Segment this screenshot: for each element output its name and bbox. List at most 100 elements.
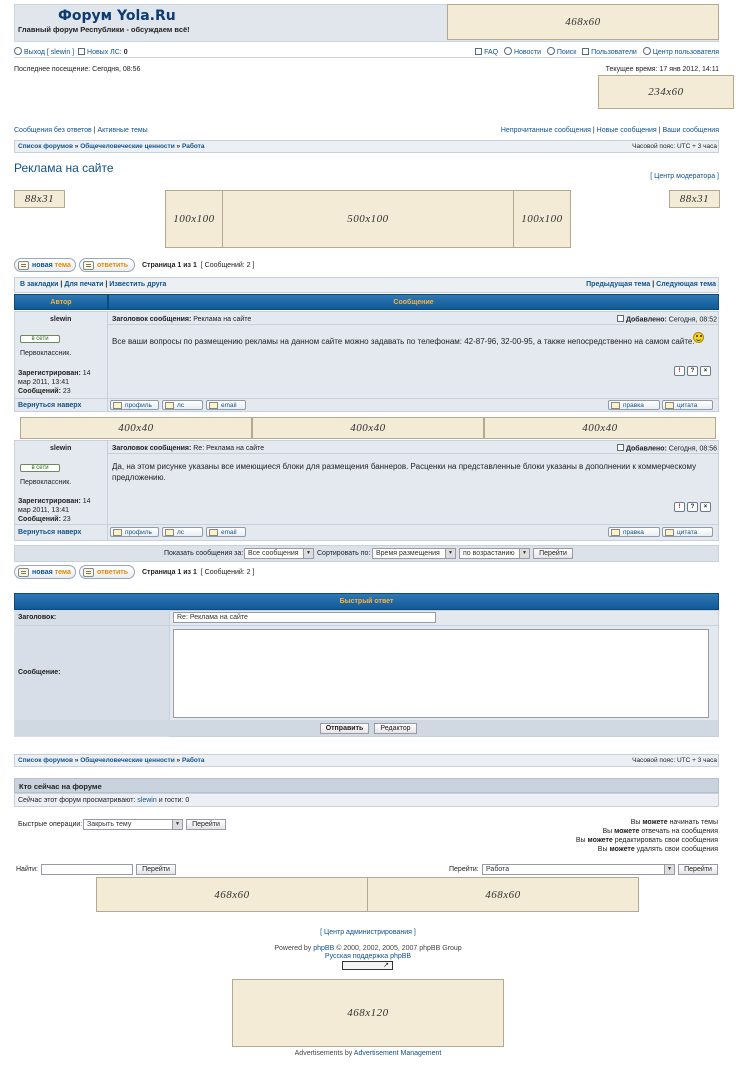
back-to-top-link[interactable]: Вернуться наверх bbox=[18, 402, 81, 409]
print-link[interactable]: Для печати bbox=[64, 281, 103, 288]
crumb-category[interactable]: Общечеловеческие ценности bbox=[80, 143, 175, 150]
back-to-top-link[interactable]: Вернуться наверх bbox=[18, 529, 81, 536]
members-link[interactable]: Пользователи bbox=[591, 49, 637, 56]
quick-ops-go[interactable]: Перейти bbox=[186, 819, 226, 830]
post-2-author[interactable]: slewin bbox=[50, 445, 71, 452]
active-topics-link[interactable]: Активные темы bbox=[97, 127, 147, 134]
pm-button[interactable]: лс bbox=[162, 527, 203, 537]
report-icon[interactable]: ! bbox=[674, 502, 685, 512]
profile-button[interactable]: профиль bbox=[110, 527, 159, 537]
ad-400x40-3[interactable]: 400x40 bbox=[484, 417, 716, 439]
perm-line: Вы можете начинать темы bbox=[630, 819, 718, 826]
jump-select[interactable]: Работа bbox=[482, 864, 675, 875]
counter-arrow-icon: ↗ bbox=[383, 962, 389, 969]
sort-go-button[interactable]: Перейти bbox=[533, 548, 573, 559]
email-button[interactable]: email bbox=[206, 400, 246, 410]
show-label: Показать сообщения за: bbox=[164, 550, 244, 557]
phpbb-link[interactable]: phpBB bbox=[313, 945, 334, 952]
new-posts-link[interactable]: Новые сообщения bbox=[597, 127, 657, 134]
logout-link[interactable]: Выход [ slewin ] bbox=[24, 49, 74, 56]
quicklinks-left: Сообщения без ответов | Активные темы bbox=[14, 127, 148, 134]
crumb-forum[interactable]: Работа bbox=[182, 143, 205, 150]
ad-88x31-left[interactable]: 88x31 bbox=[14, 190, 65, 208]
crumb-forum-index[interactable]: Список форумов bbox=[18, 143, 73, 150]
search-input[interactable] bbox=[41, 864, 133, 875]
ad-400x40-1[interactable]: 400x40 bbox=[20, 417, 252, 439]
ucp-link[interactable]: Центр пользователя bbox=[653, 49, 719, 56]
new-pm-link[interactable]: Новых ЛС: bbox=[87, 49, 122, 56]
email-button[interactable]: email bbox=[206, 527, 246, 537]
admin-center-link[interactable]: [ Центр администрирования ] bbox=[0, 929, 736, 936]
next-topic-link[interactable]: Следующая тема bbox=[656, 281, 716, 288]
profile-button[interactable]: профиль bbox=[110, 400, 159, 410]
bookmark-link[interactable]: В закладки bbox=[20, 281, 58, 288]
subject-text: Реклама на сайте bbox=[193, 316, 252, 323]
sort-label: Сортировать по: bbox=[317, 550, 371, 557]
unanswered-link[interactable]: Сообщения без ответов bbox=[14, 127, 92, 134]
ad-468x60-bottom-right[interactable]: 468x60 bbox=[367, 877, 639, 912]
ad-500x100[interactable]: 500x100 bbox=[222, 190, 514, 248]
reply-icon bbox=[83, 567, 94, 577]
quote-label: цитата bbox=[677, 401, 698, 409]
new-topic-button[interactable]: новая тема bbox=[14, 565, 76, 579]
faq-link[interactable]: FAQ bbox=[484, 49, 498, 56]
sort-select[interactable]: Время размещения bbox=[372, 548, 456, 559]
pm-button[interactable]: лс bbox=[162, 400, 203, 410]
topic-title[interactable]: Реклама на сайте bbox=[14, 161, 114, 175]
post-1-subject: Заголовок сообщения: Реклама на сайте bbox=[112, 316, 251, 323]
russian-support-link[interactable]: Русская поддержка phpBB bbox=[0, 953, 736, 960]
crumb-category[interactable]: Общечеловеческие ценности bbox=[80, 757, 175, 764]
report-icon[interactable]: ! bbox=[674, 366, 685, 376]
show-select[interactable]: Все сообщения bbox=[244, 548, 314, 559]
ad-100x100-right[interactable]: 100x100 bbox=[513, 190, 571, 248]
qr-subject-input[interactable]: Re: Реклама на сайте bbox=[173, 612, 436, 623]
order-select[interactable]: по возрастанию bbox=[459, 548, 530, 559]
msgs-count: 23 bbox=[62, 388, 71, 395]
info-icon[interactable]: ? bbox=[687, 502, 698, 512]
new-topic-label: новая bbox=[32, 261, 53, 269]
new-topic-button[interactable]: новая тема bbox=[14, 258, 76, 272]
search-go-button[interactable]: Перейти bbox=[136, 864, 176, 875]
edit-button[interactable]: правка bbox=[608, 400, 660, 410]
crumb-forum[interactable]: Работа bbox=[182, 757, 205, 764]
post-2-body: Да, на этом рисунке указаны все имеющиес… bbox=[112, 462, 697, 482]
qr-send-button[interactable]: Отправить bbox=[320, 723, 369, 734]
crumb-forum-index[interactable]: Список форумов bbox=[18, 757, 73, 764]
site-logo[interactable]: Форум Yola.Ru Главный форум Республики -… bbox=[18, 8, 228, 38]
warn-icon[interactable]: × bbox=[700, 502, 711, 512]
reply-button[interactable]: ответить bbox=[79, 258, 135, 272]
quote-button[interactable]: цитата bbox=[662, 400, 713, 410]
ad-management-link[interactable]: Advertisement Management bbox=[354, 1050, 442, 1057]
pm-label: лс bbox=[177, 401, 185, 409]
post-1-author[interactable]: slewin bbox=[50, 316, 71, 323]
ad-100x100-left[interactable]: 100x100 bbox=[165, 190, 223, 248]
prev-topic-link[interactable]: Предыдущая тема bbox=[586, 281, 650, 288]
pm-icon bbox=[78, 47, 86, 55]
warn-icon[interactable]: × bbox=[700, 366, 711, 376]
powered-by: Powered by phpBB © 2000, 2002, 2005, 200… bbox=[0, 945, 736, 952]
reply-button[interactable]: ответить bbox=[79, 565, 135, 579]
ad-88x31-right[interactable]: 88x31 bbox=[669, 190, 720, 208]
qr-message-textarea[interactable] bbox=[173, 629, 709, 718]
quick-ops-select[interactable]: Закрыть тему bbox=[83, 819, 183, 830]
ad-400x40-2[interactable]: 400x40 bbox=[252, 417, 484, 439]
qr-editor-button[interactable]: Редактор bbox=[374, 723, 417, 734]
online-user-link[interactable]: slewin bbox=[137, 797, 156, 804]
news-link[interactable]: Новости bbox=[514, 49, 541, 56]
quote-button[interactable]: цитата bbox=[662, 527, 713, 537]
info-icon[interactable]: ? bbox=[687, 366, 698, 376]
ad-right-banner[interactable]: 234x60 bbox=[598, 75, 734, 109]
mod-center-link[interactable]: [ Центр модератора ] bbox=[650, 173, 719, 180]
edit-button[interactable]: правка bbox=[608, 527, 660, 537]
your-posts-link[interactable]: Ваши сообщения bbox=[662, 127, 719, 134]
unread-link[interactable]: Непрочитанные сообщения bbox=[501, 127, 591, 134]
ad-top-banner[interactable]: 468x60 bbox=[447, 4, 719, 40]
search-link[interactable]: Поиск bbox=[557, 49, 576, 56]
ad-468x60-bottom-left[interactable]: 468x60 bbox=[96, 877, 368, 912]
counter-badge[interactable]: ↗ bbox=[342, 961, 393, 970]
online-text-1: Сейчас этот форум просматривают: bbox=[18, 797, 136, 804]
ad-468x120-footer[interactable]: 468x120 bbox=[232, 979, 504, 1047]
email-friend-link[interactable]: Известить друга bbox=[109, 281, 166, 288]
jump-go-button[interactable]: Перейти bbox=[678, 864, 718, 875]
jump-label: Перейти: bbox=[449, 866, 479, 873]
